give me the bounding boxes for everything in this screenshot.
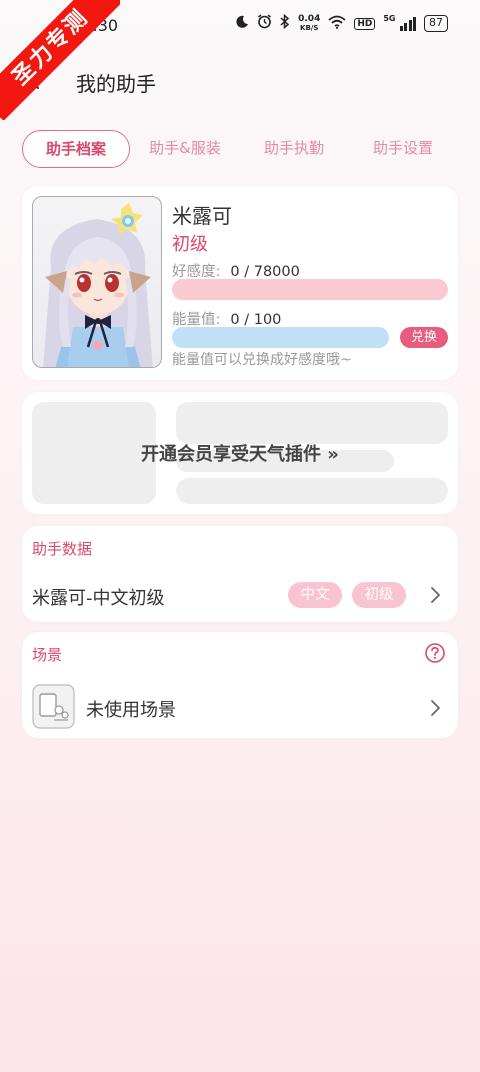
moon-icon: [235, 15, 249, 33]
signal-icon: [399, 16, 416, 31]
placeholder-block: [176, 402, 448, 444]
favor-value: 0 / 78000: [230, 264, 300, 280]
favor-label: 好感度:: [172, 264, 221, 280]
exchange-button[interactable]: 兑换: [400, 327, 448, 348]
bluetooth-icon: [280, 13, 290, 33]
favor-progress-bar: [172, 279, 448, 300]
tab-outfits[interactable]: 助手&服装: [148, 130, 222, 168]
energy-tip: 能量值可以兑换成好感度哦~: [172, 352, 352, 368]
hd-badge: HD: [354, 17, 376, 30]
help-icon[interactable]: [424, 642, 446, 664]
language-tag: 中文: [288, 582, 342, 608]
network-speed: 0.04 KB/S: [298, 13, 321, 33]
assistant-data-title: 助手数据: [32, 540, 93, 558]
anime-girl-avatar-image: [43, 203, 153, 367]
speed-unit: KB/S: [300, 23, 319, 32]
vip-promo-card[interactable]: 开通会员享受天气插件 »: [22, 392, 458, 514]
ribbon-text: 圣力专测: [0, 0, 120, 120]
profile-card: 米露可 初级 好感度: 0 / 78000 能量值: 0 / 100 兑换 能量值可…: [22, 186, 458, 380]
scene-title: 场景: [32, 646, 63, 664]
energy-label: 能量值:: [172, 312, 221, 328]
chevron-right-icon[interactable]: [428, 698, 442, 718]
wifi-icon: [328, 15, 346, 33]
status-icons: 0.04 KB/S HD 5G 87: [235, 13, 448, 33]
alarm-icon: [257, 14, 272, 33]
chevron-right-icon[interactable]: [428, 585, 442, 605]
corner-ribbon: 圣力专测: [0, 0, 120, 120]
scene-card: 场景 未使用场景: [22, 632, 458, 738]
tab-settings[interactable]: 助手设置: [370, 130, 436, 168]
tab-duty[interactable]: 助手执勤: [262, 130, 326, 168]
level-tag: 初级: [352, 582, 406, 608]
assistant-name: 米露可: [172, 204, 232, 228]
favor-stat: 好感度: 0 / 78000: [172, 260, 300, 281]
vip-promo-link[interactable]: 开通会员享受天气插件 »: [22, 440, 458, 466]
battery-icon: 87: [424, 15, 448, 32]
energy-progress-bar: [172, 327, 389, 348]
assistant-level: 初级: [172, 234, 208, 255]
assistant-data-card: 助手数据 米露可-中文初级 中文 初级: [22, 526, 458, 622]
avatar[interactable]: [32, 196, 162, 368]
energy-stat: 能量值: 0 / 100: [172, 308, 281, 329]
network-type-label: 5G: [383, 14, 396, 23]
energy-value: 0 / 100: [230, 312, 282, 328]
tab-profile[interactable]: 助手档案: [22, 130, 130, 168]
assistant-data-row[interactable]: 米露可-中文初级: [32, 584, 165, 610]
placeholder-block: [176, 478, 448, 504]
scene-thumbnail-icon: [32, 684, 75, 729]
speed-value: 0.04: [298, 13, 321, 24]
tab-bar: 助手档案 助手&服装 助手执勤 助手设置: [22, 130, 458, 168]
scene-row-label[interactable]: 未使用场景: [86, 696, 176, 722]
